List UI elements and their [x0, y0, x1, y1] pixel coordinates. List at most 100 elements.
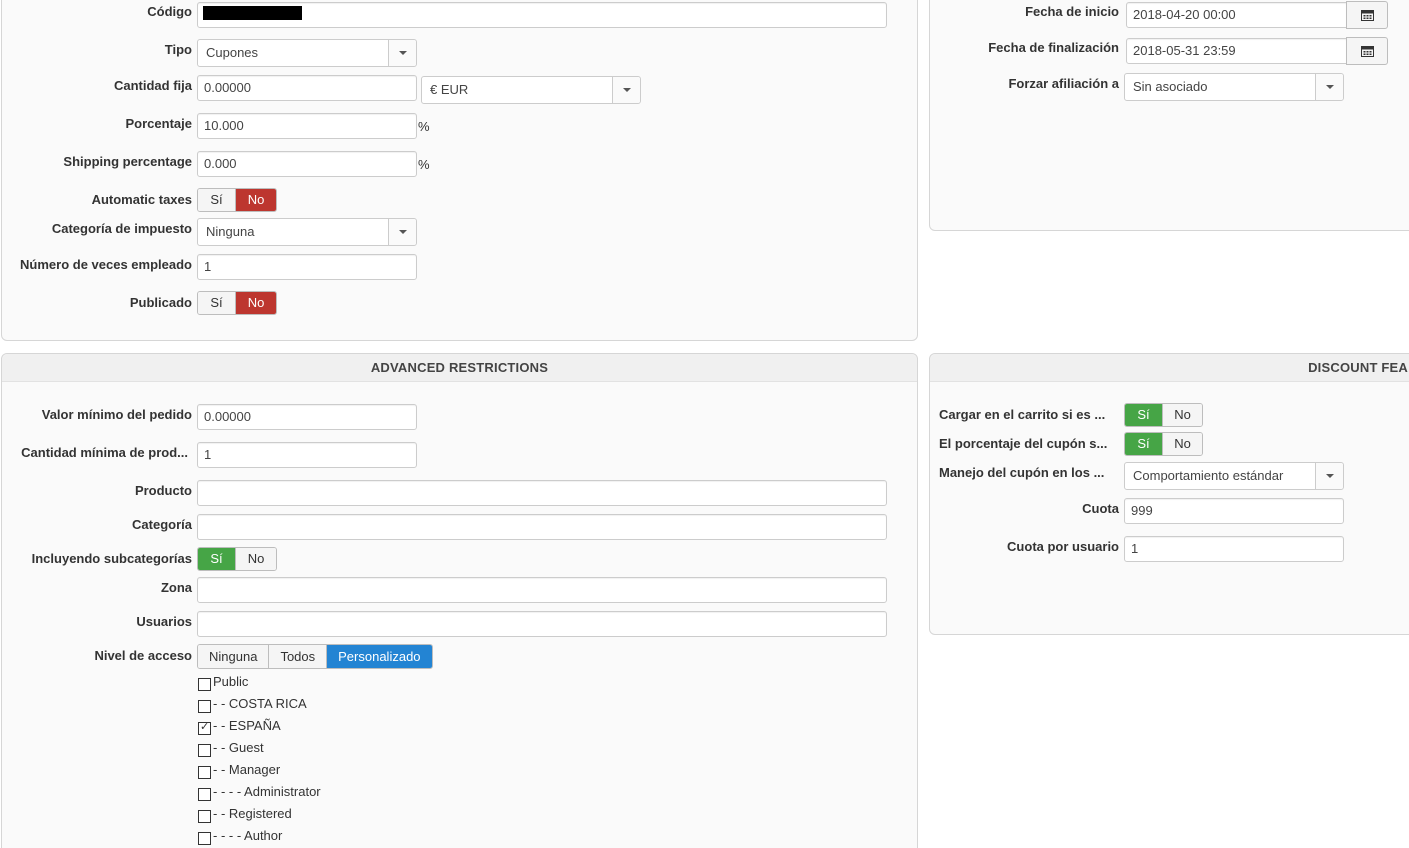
cantidad-min-input[interactable]: 1 — [197, 442, 417, 468]
porcentaje-label: Porcentaje — [125, 116, 192, 131]
carrito-yes[interactable]: Sí — [1125, 404, 1162, 426]
access-group-label: Public — [213, 673, 249, 689]
porcentaje-cupon-label: El porcentaje del cupón s... — [939, 436, 1108, 451]
auto-taxes-toggle[interactable]: Sí No — [197, 188, 277, 212]
checkbox[interactable] — [198, 831, 211, 845]
porcentaje-input[interactable]: 10.000 — [197, 113, 417, 139]
list-item[interactable]: - - - - Administrator — [198, 780, 321, 802]
zona-input[interactable] — [197, 577, 887, 603]
carrito-no[interactable]: No — [1162, 404, 1202, 426]
nivel-option-ninguna[interactable]: Ninguna — [198, 645, 269, 668]
chevron-down-icon — [388, 219, 416, 245]
currency-select-value: € EUR — [430, 82, 469, 97]
calendar-button[interactable] — [1346, 37, 1388, 65]
shipping-input[interactable]: 0.000 — [197, 151, 417, 177]
chevron-down-icon — [1315, 463, 1343, 489]
checkbox[interactable] — [198, 787, 211, 801]
veces-label: Número de veces empleado — [20, 257, 192, 272]
cantidad-fija-input[interactable]: 0.00000 — [197, 75, 417, 101]
list-item[interactable]: - - ESPAÑA — [198, 714, 321, 736]
chevron-down-icon — [388, 40, 416, 66]
checkbox[interactable] — [198, 699, 211, 713]
cantidad-fija-label: Cantidad fija — [113, 78, 192, 93]
list-item[interactable]: - - Manager — [198, 758, 321, 780]
advanced-title: ADVANCED RESTRICTIONS — [2, 354, 917, 382]
dates-panel — [929, 0, 1409, 231]
access-group-label: - - Registered — [213, 805, 292, 821]
list-item[interactable]: - - Registered — [198, 802, 321, 824]
nivel-option-todos[interactable]: Todos — [268, 645, 327, 668]
tipo-label: Tipo — [164, 42, 192, 57]
cuota-usuario-input[interactable]: 1 — [1124, 536, 1344, 562]
cantidad-min-label: Cantidad mínima de prod... — [21, 445, 188, 460]
fecha-fin-input[interactable]: 2018-05-31 23:59 — [1126, 38, 1347, 64]
subcat-no[interactable]: No — [235, 548, 276, 570]
list-item[interactable]: - - Guest — [198, 736, 321, 758]
cuota-label: Cuota — [1082, 501, 1119, 516]
usuarios-label: Usuarios — [136, 614, 192, 629]
valor-min-input[interactable]: 0.00000 — [197, 404, 417, 430]
checkbox[interactable] — [198, 720, 211, 735]
tipo-select-value: Cupones — [206, 45, 259, 60]
subcat-yes[interactable]: Sí — [198, 548, 235, 570]
afiliacion-label: Forzar afiliación a — [1008, 76, 1119, 91]
fecha-fin-label: Fecha de finalización — [988, 40, 1119, 55]
afiliacion-select-value: Sin asociado — [1133, 79, 1208, 94]
access-group-list: Public - - COSTA RICA - - ESPAÑA - - Gue… — [198, 670, 321, 846]
access-group-label: - - ESPAÑA — [213, 717, 281, 733]
valor-min-label: Valor mínimo del pedido — [41, 407, 192, 422]
subcat-toggle[interactable]: Sí No — [197, 547, 277, 571]
producto-label: Producto — [134, 483, 192, 498]
access-group-label: - - Guest — [213, 739, 264, 755]
auto-taxes-no[interactable]: No — [235, 189, 276, 211]
categoria-label: Categoría — [132, 517, 192, 532]
nivel-label: Nivel de acceso — [94, 648, 192, 663]
manejo-select[interactable]: Comportamiento estándar — [1124, 462, 1344, 490]
redacted-block — [203, 6, 302, 20]
list-item[interactable]: - - - - Author — [198, 824, 321, 846]
porcentaje-cupon-yes[interactable]: Sí — [1125, 433, 1162, 455]
codigo-label: Código — [147, 4, 192, 19]
veces-input[interactable]: 1 — [197, 254, 417, 280]
nivel-option-personalizado[interactable]: Personalizado — [326, 645, 432, 668]
carrito-label: Cargar en el carrito si es ... — [939, 407, 1106, 422]
nivel-button-group[interactable]: Ninguna Todos Personalizado — [197, 644, 433, 669]
percent-sign: % — [418, 157, 430, 172]
publicado-no[interactable]: No — [235, 292, 276, 314]
usuarios-input[interactable] — [197, 611, 887, 637]
porcentaje-cupon-toggle[interactable]: Sí No — [1124, 432, 1203, 456]
categoria-impuesto-select[interactable]: Ninguna — [197, 218, 417, 246]
chevron-down-icon — [612, 77, 640, 103]
checkbox[interactable] — [198, 743, 211, 757]
tipo-select[interactable]: Cupones — [197, 39, 417, 67]
fecha-inicio-input[interactable]: 2018-04-20 00:00 — [1126, 2, 1347, 28]
publicado-toggle[interactable]: Sí No — [197, 291, 277, 315]
publicado-yes[interactable]: Sí — [198, 292, 235, 314]
categoria-impuesto-value: Ninguna — [206, 224, 255, 239]
auto-taxes-label: Automatic taxes — [91, 192, 192, 207]
discount-panel: DISCOUNT FEA — [929, 353, 1409, 635]
manejo-label: Manejo del cupón en los ... — [939, 465, 1105, 480]
checkbox[interactable] — [198, 677, 211, 691]
cuota-input[interactable]: 999 — [1124, 498, 1344, 524]
cuota-usuario-label: Cuota por usuario — [1007, 539, 1119, 554]
afiliacion-select[interactable]: Sin asociado — [1124, 73, 1344, 101]
shipping-label: Shipping percentage — [63, 154, 192, 169]
list-item[interactable]: - - COSTA RICA — [198, 692, 321, 714]
list-item[interactable]: Public — [198, 670, 321, 692]
producto-input[interactable] — [197, 480, 887, 506]
fecha-inicio-label: Fecha de inicio — [1025, 4, 1119, 19]
access-group-label: - - - - Administrator — [213, 783, 321, 799]
carrito-toggle[interactable]: Sí No — [1124, 403, 1203, 427]
chevron-down-icon — [1315, 74, 1343, 100]
subcat-label: Incluyendo subcategorías — [31, 551, 192, 566]
categoria-input[interactable] — [197, 514, 887, 540]
checkbox[interactable] — [198, 765, 211, 779]
auto-taxes-yes[interactable]: Sí — [198, 189, 235, 211]
access-group-label: - - Manager — [213, 761, 281, 777]
calendar-icon — [1361, 10, 1374, 21]
currency-select[interactable]: € EUR — [421, 76, 641, 104]
checkbox[interactable] — [198, 809, 211, 823]
calendar-button[interactable] — [1346, 1, 1388, 29]
porcentaje-cupon-no[interactable]: No — [1162, 433, 1202, 455]
